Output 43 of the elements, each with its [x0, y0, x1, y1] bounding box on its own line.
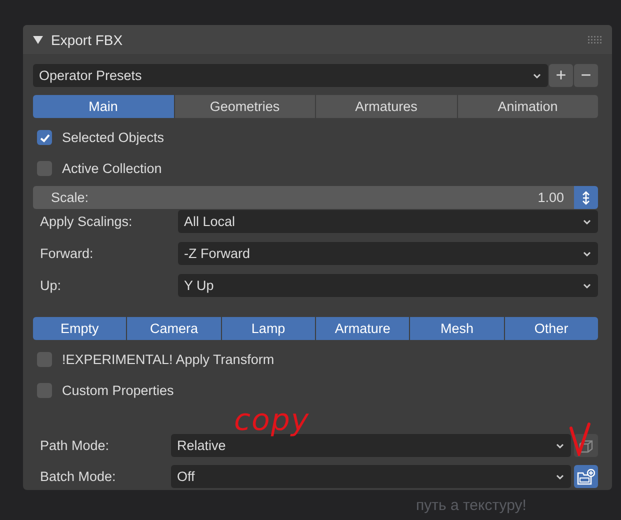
- add-preset-button[interactable]: +: [549, 64, 573, 87]
- checkbox[interactable]: [37, 352, 52, 367]
- tab[interactable]: Animation: [458, 95, 598, 118]
- field-label: Up:: [39, 278, 62, 293]
- checkbox-label: Active Collection: [62, 161, 162, 176]
- panel-title: Export FBX: [51, 32, 124, 48]
- vertical-arrows-icon: [581, 190, 591, 204]
- tab[interactable]: Armatures: [316, 95, 456, 118]
- disclosure-triangle-icon[interactable]: [33, 34, 43, 44]
- field-label: Batch Mode:: [39, 469, 117, 484]
- object-type-toggle[interactable]: Armature: [316, 317, 410, 340]
- drag-handle-icon[interactable]: [588, 36, 602, 44]
- dropdown[interactable]: Off: [171, 465, 571, 488]
- tab[interactable]: Main: [33, 95, 174, 118]
- checkbox-label: !EXPERIMENTAL! Apply Transform: [62, 352, 274, 367]
- checkbox-label: Selected Objects: [62, 130, 164, 145]
- dropdown[interactable]: All Local: [178, 210, 598, 233]
- dropdown[interactable]: -Z Forward: [178, 242, 598, 265]
- object-type-toggle[interactable]: Other: [504, 317, 598, 340]
- object-type-toggle[interactable]: Mesh: [410, 317, 504, 340]
- dropdown[interactable]: Y Up: [178, 274, 598, 297]
- remove-preset-button[interactable]: −: [574, 64, 598, 87]
- tab[interactable]: Geometries: [174, 95, 315, 118]
- checkbox[interactable]: [37, 130, 52, 145]
- tick-mark-drawing: [569, 422, 591, 456]
- object-type-toggle[interactable]: Camera: [127, 317, 221, 340]
- field-label: Forward:: [39, 246, 94, 261]
- background-text: путь а текстуру!: [416, 496, 526, 516]
- box-icon: [578, 438, 594, 452]
- folder-button[interactable]: [574, 465, 598, 488]
- field-label: Path Mode:: [39, 438, 110, 453]
- object-type-toggle[interactable]: Empty: [33, 317, 126, 340]
- scale-field[interactable]: Scale: 1.00: [33, 186, 574, 209]
- handwritten-note: copy: [234, 406, 310, 436]
- checkbox-label: Custom Properties: [62, 383, 174, 398]
- checkbox[interactable]: [37, 383, 52, 398]
- scale-toggle-button[interactable]: [574, 186, 598, 209]
- checkbox[interactable]: [37, 161, 52, 176]
- panel-header[interactable]: Export FBX: [23, 25, 612, 54]
- preset-dropdown[interactable]: Operator Presets: [33, 64, 548, 87]
- object-type-toggle[interactable]: Lamp: [222, 317, 315, 340]
- folder-plus-icon: [577, 468, 595, 484]
- field-label: Apply Scalings:: [39, 214, 134, 229]
